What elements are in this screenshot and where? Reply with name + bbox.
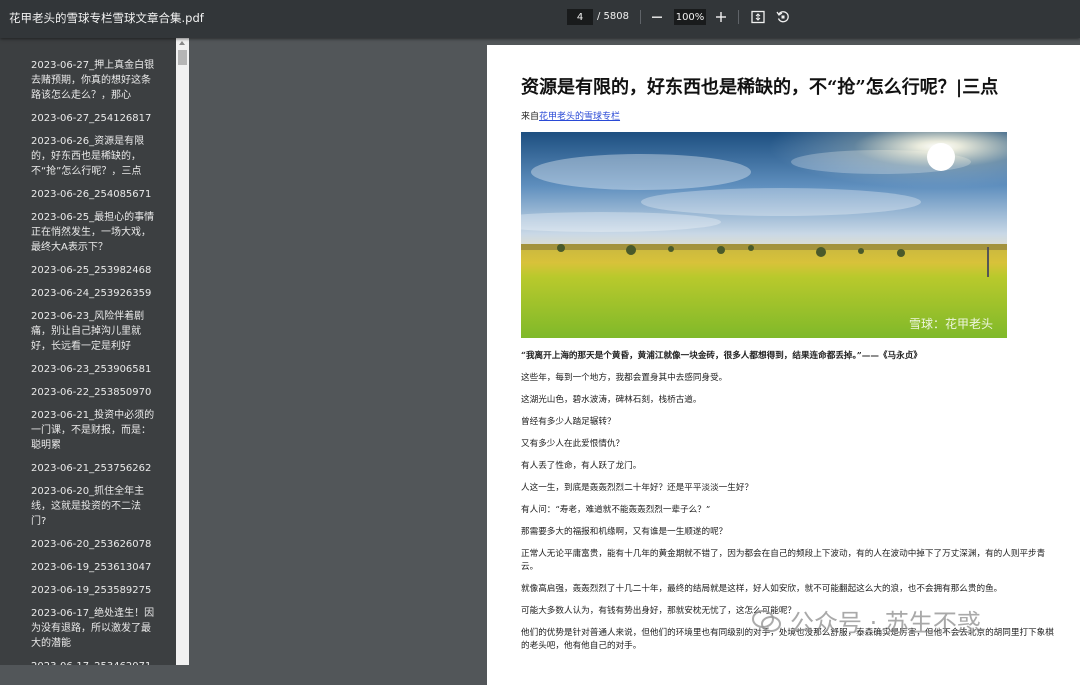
- wechat-watermark-text: 公众号 · 苏生不惑: [790, 609, 981, 637]
- bookmark-item[interactable]: 2023-06-27_254126817: [0, 111, 176, 126]
- bookmark-item[interactable]: 2023-06-23_253906581: [0, 362, 176, 377]
- source-prefix: 来自: [521, 112, 540, 122]
- bookmark-item[interactable]: 2023-06-26_资源是有限的，好东西也是稀缺的，不“抢”怎么行呢？，三点: [0, 134, 176, 179]
- rotate-button[interactable]: [773, 8, 793, 26]
- bookmark-item[interactable]: 2023-06-20_253626078: [0, 537, 176, 552]
- zoom-out-button[interactable]: [647, 8, 667, 26]
- minus-icon: [652, 16, 662, 18]
- bookmark-item[interactable]: 2023-06-17_绝处逢生！因为没有退路，所以激发了最大的潜能: [0, 606, 176, 651]
- source-link[interactable]: 花甲老头的雪球专栏: [539, 112, 620, 122]
- bookmark-item[interactable]: 2023-06-25_最担心的事情正在悄然发生，一场大戏，最终大A表示下？: [0, 210, 176, 255]
- pdf-page: 资源是有限的，好东西也是稀缺的，不“抢”怎么行呢？|三点 来自花甲老头的雪球专栏: [487, 45, 1080, 685]
- article-quote: “我离开上海的那天是个黄昏，黄浦江就像一块金砖，很多人都想得到，结果连命都丢掉。…: [521, 351, 922, 361]
- article-paragraph: 那需要多大的福报和机缘啊，又有谁是一生顺遂的呢？: [521, 527, 728, 537]
- bookmark-item[interactable]: 2023-06-19_253613047: [0, 560, 176, 575]
- plus-icon: [716, 12, 726, 22]
- article-paragraph: 人这一生，到底是轰轰烈烈二十年好？还是平平淡淡一生好？: [521, 483, 754, 493]
- wechat-icon: [752, 609, 781, 632]
- pdf-toolbar: 花甲老头的雪球专栏雪球文章合集.pdf / 5808: [0, 0, 1080, 38]
- toolbar-divider: [640, 10, 641, 24]
- scrollbar-thumb[interactable]: [178, 50, 187, 65]
- bookmark-item[interactable]: 2023-06-17_253462071: [0, 659, 176, 665]
- wechat-watermark: 公众号 · 苏生不惑: [752, 603, 981, 638]
- bookmark-item[interactable]: 2023-06-25_253982468: [0, 263, 176, 278]
- landscape-illustration: [521, 132, 1007, 338]
- sidebar-scrollbar[interactable]: [176, 38, 189, 665]
- article-title: 资源是有限的，好东西也是稀缺的，不“抢”怎么行呢？|三点: [521, 77, 999, 98]
- document-title: 花甲老头的雪球专栏雪球文章合集.pdf: [9, 11, 204, 25]
- bookmark-item[interactable]: 2023-06-21_253756262: [0, 461, 176, 476]
- article-paragraph: 就像高启强，轰轰烈烈了十几二十年，最终的结局就是这样，好人如安欣，就不可能翻起这…: [521, 584, 1003, 594]
- article-paragraph: 有人丢了性命，有人跃了龙门。: [521, 461, 642, 471]
- page-total: / 5808: [597, 11, 629, 22]
- zoom-in-button[interactable]: [711, 8, 731, 26]
- bookmark-item[interactable]: 2023-06-23_风险伴着剧痛，别让自己掉沟儿里就好，长远看一定是利好: [0, 309, 176, 354]
- image-watermark: 雪球：花甲老头: [908, 317, 993, 331]
- scroll-up-arrow-icon[interactable]: [179, 41, 185, 45]
- article-paragraph: 有人问：“寿老，难道就不能轰轰烈烈一辈子么？”: [521, 505, 711, 515]
- bookmark-item[interactable]: 2023-06-19_253589275: [0, 583, 176, 598]
- document-viewer[interactable]: 资源是有限的，好东西也是稀缺的，不“抢”怎么行呢？|三点 来自花甲老头的雪球专栏: [189, 38, 1080, 685]
- bookmark-item[interactable]: 2023-06-20_抓住全年主线，这就是投资的不二法门?: [0, 484, 176, 529]
- bookmark-sidebar: 2023-06-27_押上真金白银去赌预期，你真的想好这条路该怎么走么？，那心 2…: [0, 38, 176, 665]
- article-paragraph: 这湖光山色，碧水波涛，碑林石刻，栈桥古道。: [521, 395, 702, 405]
- article-paragraph: 正常人无论平庸富贵，能有十几年的黄金期就不错了，因为都会在自己的频段上下波动，有…: [521, 549, 1046, 572]
- bookmark-item[interactable]: 2023-06-21_投资中必须的一门课，不是财报，而是：聪明累: [0, 408, 176, 453]
- article-paragraph: 曾经有多少人踏足辗转？: [521, 417, 616, 427]
- page-number-input[interactable]: [567, 9, 593, 25]
- bookmark-item[interactable]: 2023-06-22_253850970: [0, 385, 176, 400]
- article-source: 来自花甲老头的雪球专栏: [521, 109, 620, 122]
- bookmark-list: 2023-06-27_押上真金白银去赌预期，你真的想好这条路该怎么走么？，那心 2…: [0, 58, 176, 665]
- bookmark-item[interactable]: 2023-06-27_押上真金白银去赌预期，你真的想好这条路该怎么走么？，那心: [0, 58, 176, 103]
- article-paragraph: 又有多少人在此爱恨情仇？: [521, 439, 625, 449]
- article-paragraph: 这些年，每到一个地方，我都会置身其中去感同身受。: [521, 373, 728, 383]
- fit-page-button[interactable]: [748, 8, 768, 26]
- toolbar-divider: [738, 10, 739, 24]
- rotate-icon: [776, 11, 789, 23]
- zoom-level-input[interactable]: [674, 9, 706, 25]
- bookmark-item[interactable]: 2023-06-24_253926359: [0, 286, 176, 301]
- hero-landscape-image: 雪球：花甲老头: [521, 132, 1007, 338]
- bookmark-item[interactable]: 2023-06-26_254085671: [0, 187, 176, 202]
- fit-page-icon: [751, 10, 765, 24]
